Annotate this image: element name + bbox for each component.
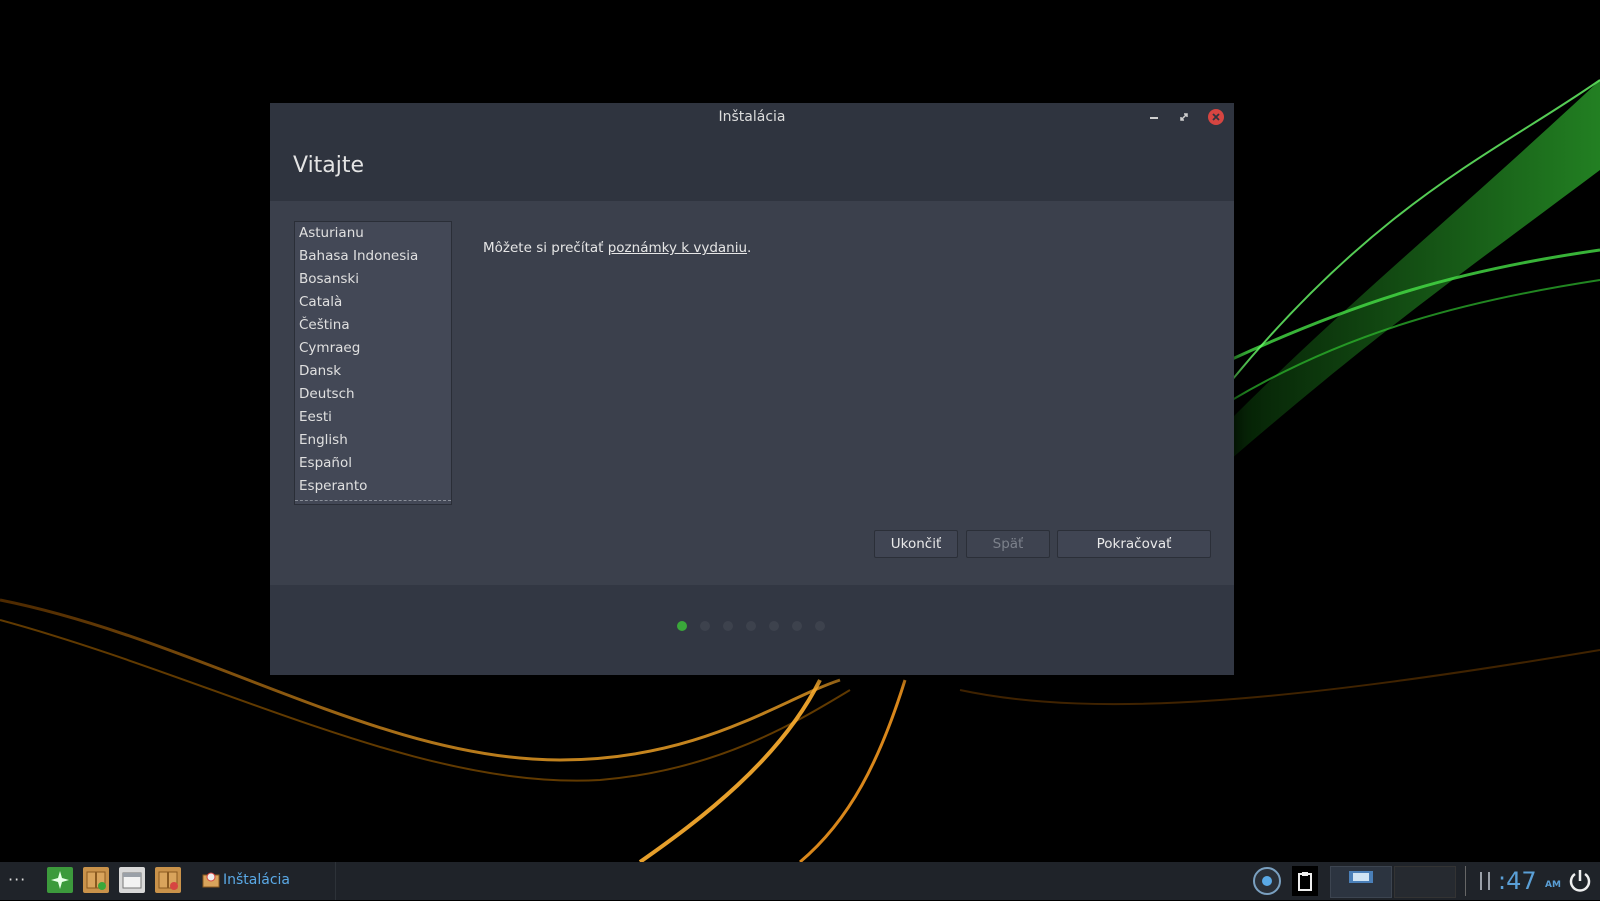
clock-time: :47 [1498,867,1537,895]
release-notes-prefix: Môžete si prečítať [483,240,608,256]
language-item[interactable]: English [295,429,451,452]
language-item[interactable]: Čeština [295,314,451,337]
language-item[interactable]: Deutsch [295,383,451,406]
close-icon [1208,109,1224,125]
step-indicator [677,621,838,633]
step-dot [769,621,779,631]
installer-icon [202,872,220,888]
package-manager-icon[interactable] [155,867,181,893]
release-notes-suffix: . [747,240,752,256]
window-title: Inštalácia [718,109,786,125]
title-bar[interactable]: Inštalácia [270,103,1234,131]
taskbar: ··· Inštalácia :47 AM [0,862,1600,900]
step-dot [792,621,802,631]
maximize-icon [1180,113,1188,121]
step-dot [815,621,825,631]
language-item[interactable]: Esperanto [295,475,451,498]
language-item[interactable]: Eesti [295,406,451,429]
minimize-button[interactable] [1144,107,1164,127]
release-notes-link[interactable]: poznámky k vydaniu [608,240,747,256]
close-button[interactable] [1206,107,1226,127]
step-dot [723,621,733,631]
clock-hour-glyph-icon [1478,866,1492,896]
workspace-1-icon[interactable] [1330,866,1392,898]
clock-ampm: AM [1545,880,1561,890]
back-button[interactable]: Späť [966,530,1050,558]
page-header: Vitajte [270,131,1234,201]
tray-divider [1465,866,1466,896]
power-icon[interactable] [1566,866,1594,896]
language-item[interactable]: Bosanski [295,268,451,291]
welcome-content: Asturianu Bahasa Indonesia Bosanski Cata… [270,201,1234,585]
release-notes-text: Môžete si prečítať poznámky k vydaniu. [483,240,751,256]
taskbar-app-label: Inštalácia [223,872,290,888]
workspace-2-icon[interactable] [1394,866,1456,898]
step-dot-current [677,621,687,631]
language-item[interactable]: Español [295,452,451,475]
continue-button[interactable]: Pokračovať [1057,530,1211,558]
step-dot [700,621,710,631]
installer-window: Inštalácia Vitajte Asturianu Bahasa Indo… [270,103,1234,675]
taskbar-app-installer[interactable]: Inštalácia [200,862,336,900]
step-dot [746,621,756,631]
package-install-icon[interactable] [83,867,109,893]
file-manager-icon[interactable] [119,867,145,893]
app-menu-button[interactable]: ··· [8,870,26,889]
language-item[interactable]: Asturianu [295,222,451,245]
progress-footer [270,585,1234,675]
clipboard-icon[interactable] [1292,866,1318,896]
language-item[interactable]: Català [295,291,451,314]
language-list[interactable]: Asturianu Bahasa Indonesia Bosanski Cata… [294,221,452,505]
launcher-icon[interactable] [47,867,73,893]
media-player-icon[interactable] [1250,866,1284,896]
list-scroll-edge [295,500,451,504]
language-item[interactable]: Bahasa Indonesia [295,245,451,268]
page-title: Vitajte [293,153,365,178]
language-item[interactable]: Dansk [295,360,451,383]
quit-button[interactable]: Ukončiť [874,530,958,558]
language-item[interactable]: Cymraeg [295,337,451,360]
maximize-button[interactable] [1174,107,1194,127]
